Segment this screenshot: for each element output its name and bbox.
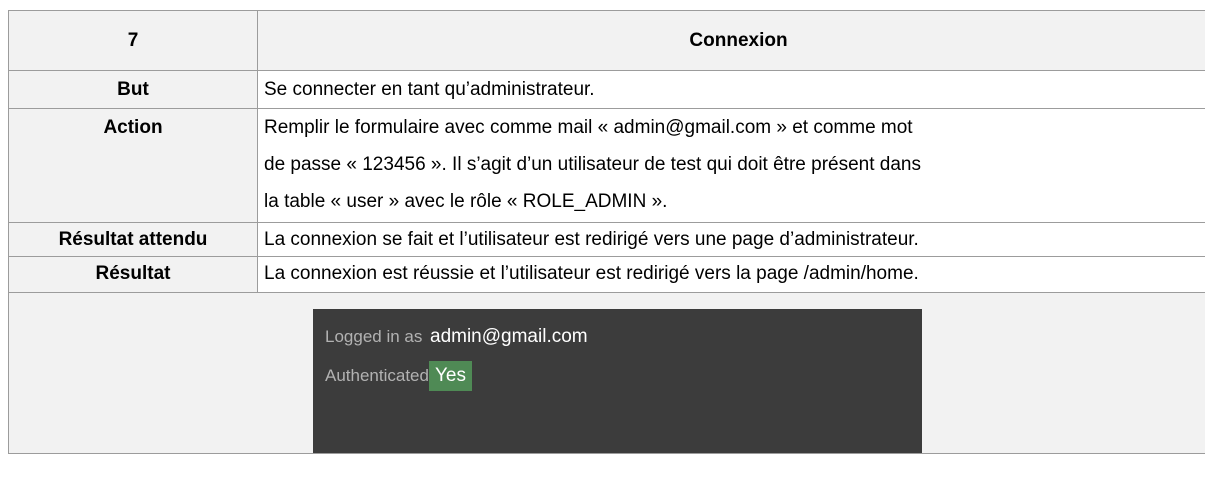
table-row-action: Action Remplir le formulaire avec comme … — [8, 108, 1205, 223]
row-value: La connexion se fait et l’utilisateur es… — [257, 222, 1205, 257]
authenticated-badge: Yes — [429, 361, 472, 391]
action-line: Remplir le formulaire avec comme mail « … — [264, 117, 913, 138]
row-value: Remplir le formulaire avec comme mail « … — [257, 108, 1205, 223]
test-number: 7 — [8, 10, 258, 71]
screenshot-cell: Logged in as admin@gmail.com Authenticat… — [8, 292, 1205, 454]
test-case-table: 7 Connexion But Se connecter en tant qu’… — [8, 10, 1205, 454]
row-label: But — [8, 70, 258, 109]
action-line: de passe « 123456 ». Il s’agit d’un util… — [264, 154, 921, 175]
table-row-screenshot: Logged in as admin@gmail.com Authenticat… — [8, 292, 1205, 454]
row-label: Action — [8, 108, 258, 223]
logged-in-label: Logged in as — [325, 327, 423, 346]
logged-in-row: Logged in as admin@gmail.com — [325, 326, 588, 348]
table-row-resultat: Résultat La connexion est réussie et l’u… — [8, 256, 1205, 293]
table-row-but: But Se connecter en tant qu’administrate… — [8, 70, 1205, 109]
authenticated-label: Authenticated — [325, 366, 429, 385]
row-value: Se connecter en tant qu’administrateur. — [257, 70, 1205, 109]
row-label: Résultat — [8, 256, 258, 293]
row-label: Résultat attendu — [8, 222, 258, 257]
row-value: La connexion est réussie et l’utilisateu… — [257, 256, 1205, 293]
logged-in-value: admin@gmail.com — [430, 326, 588, 347]
profiler-panel: Logged in as admin@gmail.com Authenticat… — [313, 309, 922, 453]
test-title: Connexion — [257, 10, 1205, 71]
authenticated-row: Authenticated Yes — [325, 361, 472, 391]
action-line: la table « user » avec le rôle « ROLE_AD… — [264, 191, 668, 212]
table-header-row: 7 Connexion — [8, 10, 1205, 71]
table-row-resultat-attendu: Résultat attendu La connexion se fait et… — [8, 222, 1205, 257]
